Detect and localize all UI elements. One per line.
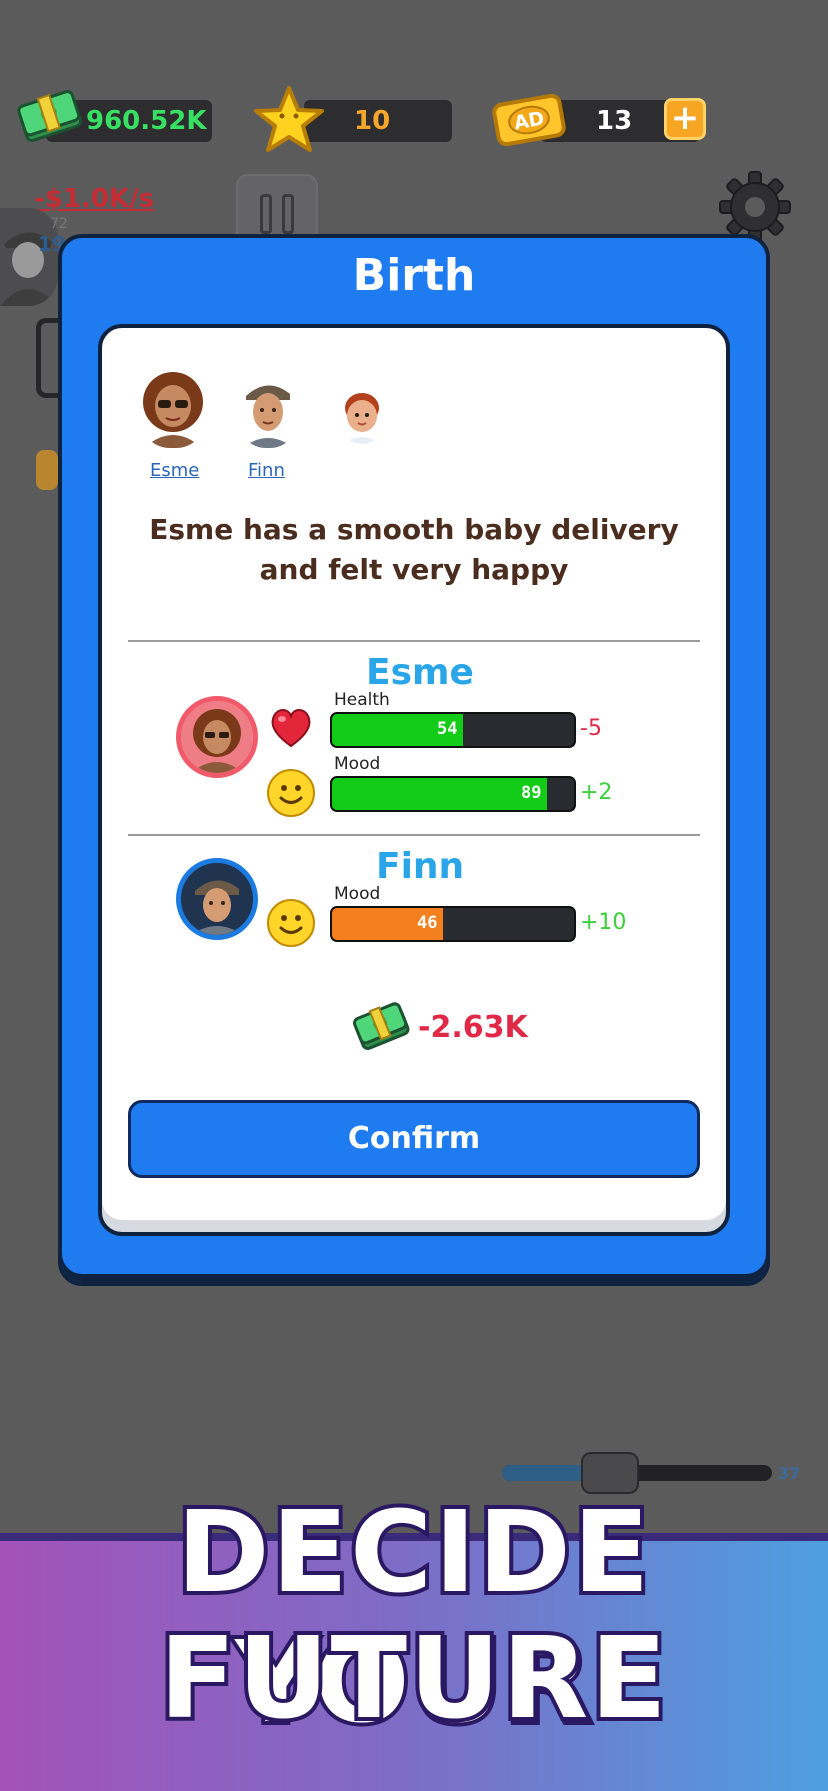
- gear-icon[interactable]: [718, 170, 792, 244]
- finn-mood-bar: 46: [330, 906, 576, 942]
- esme-health-label: Health: [334, 690, 390, 710]
- participant-name-finn[interactable]: Finn: [248, 460, 285, 481]
- esme-health-delta: -5: [580, 716, 602, 741]
- elder-age: 72: [50, 216, 68, 232]
- dialog-title: Birth: [352, 250, 476, 301]
- participant-name-esme[interactable]: Esme: [150, 460, 199, 481]
- esme-portrait[interactable]: [140, 370, 206, 448]
- ticket-value: 13: [596, 106, 633, 136]
- star-icon: [254, 86, 324, 152]
- esme-mood-delta: +2: [580, 780, 613, 805]
- promo-headline-line2: FUTURE: [155, 1610, 671, 1748]
- baby-portrait: [340, 388, 384, 444]
- finn-mood-label: Mood: [334, 884, 381, 904]
- star-counter: 10: [304, 100, 452, 142]
- speed-slider-value: 37: [778, 1464, 801, 1483]
- esme-avatar: [176, 696, 258, 778]
- smiley-icon: [267, 769, 315, 817]
- ad-ticket-icon: AD: [492, 93, 566, 147]
- esme-health-value: 54: [437, 719, 458, 739]
- esme-mood-fill: [332, 778, 547, 810]
- smiley-icon-finn: [267, 899, 315, 947]
- finn-avatar: [176, 858, 258, 940]
- person-name-esme: Esme: [366, 652, 474, 693]
- heart-icon: [271, 709, 311, 748]
- cash-stack-icon-small: [353, 1002, 410, 1050]
- cash-stack-icon: [17, 90, 83, 143]
- person-name-finn: Finn: [376, 846, 465, 887]
- esme-health-bar: 54: [330, 712, 576, 748]
- star-value: 10: [354, 106, 391, 136]
- finn-mood-value: 46: [417, 913, 438, 933]
- esme-mood-value: 89: [521, 783, 542, 803]
- finn-portrait[interactable]: [238, 370, 298, 448]
- finn-mood-delta: +10: [580, 910, 627, 935]
- event-description: Esme has a smooth baby delivery and felt…: [149, 513, 679, 586]
- divider-top: [128, 640, 700, 642]
- pause-bar-left: [260, 194, 272, 234]
- pause-bar-right: [282, 194, 294, 234]
- cash-value: 960.52K: [86, 106, 207, 136]
- divider-middle: [128, 834, 700, 836]
- income-rate: -$1.0K/s: [34, 184, 155, 214]
- add-tickets-button[interactable]: +: [664, 98, 706, 140]
- money-delta: -2.63K: [418, 1010, 528, 1045]
- background-badge-edge: [36, 450, 58, 490]
- confirm-button[interactable]: Confirm: [128, 1100, 700, 1178]
- esme-mood-bar: 89: [330, 776, 576, 812]
- esme-mood-label: Mood: [334, 754, 381, 774]
